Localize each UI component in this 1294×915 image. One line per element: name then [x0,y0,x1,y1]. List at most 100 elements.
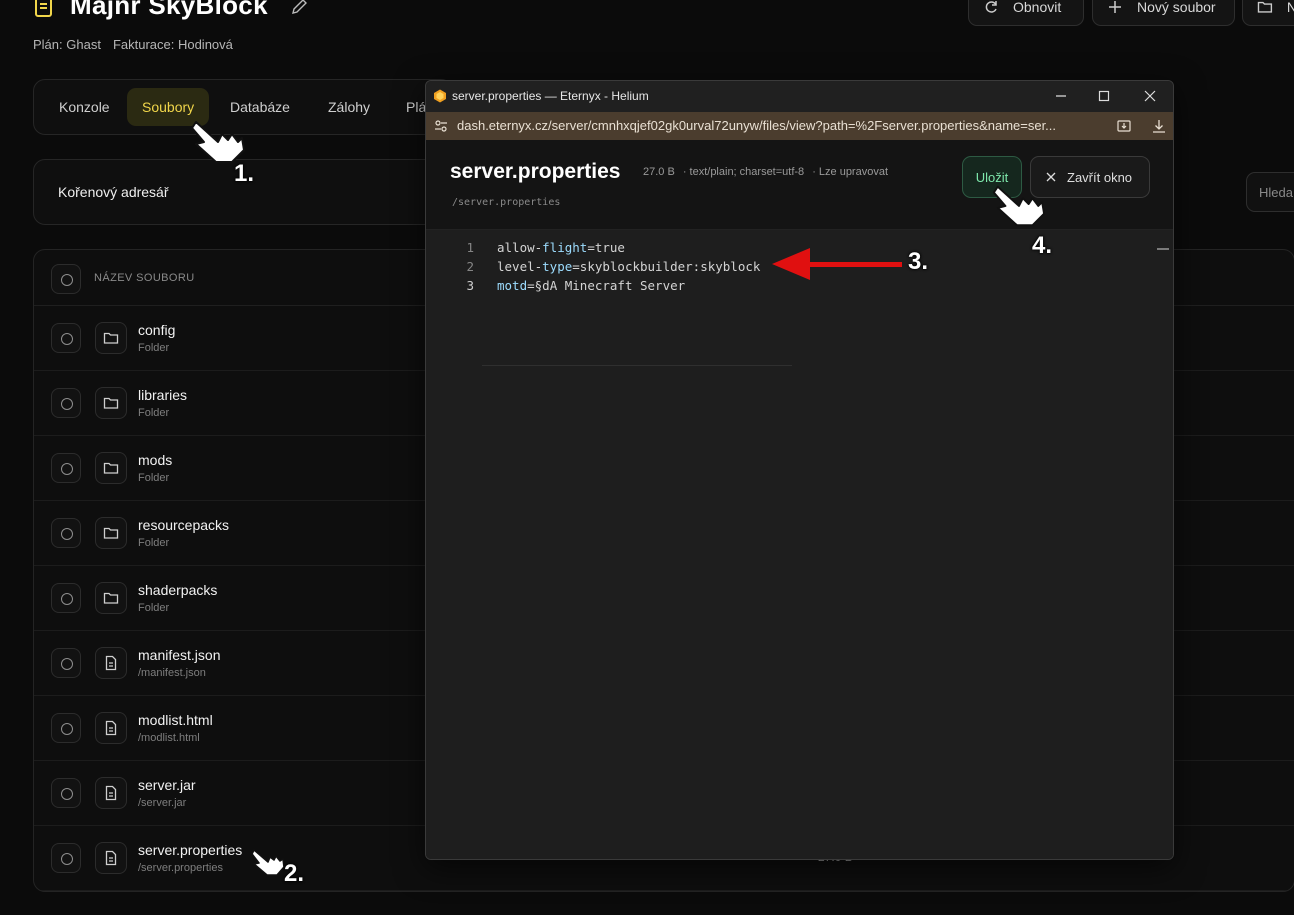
property-value: §dA Minecraft Server [534,278,686,293]
refresh-label: Obnovit [1013,0,1062,15]
row-select-checkbox[interactable] [51,713,81,743]
property-key-suffix: type [542,259,573,274]
select-all-checkbox[interactable] [51,264,81,294]
file-icon [95,647,127,679]
file-path: /server.properties [452,197,561,208]
root-directory-label[interactable]: Kořenový adresář [58,184,169,200]
file-name-heading: server.properties [450,160,621,183]
refresh-button[interactable]: Obnovit [968,0,1084,26]
equals-sign: = [527,278,535,293]
file-name[interactable]: modlist.html [138,712,213,728]
file-size: 27.0 B [643,166,675,178]
column-file-name: NÁZEV SOUBORU [94,272,195,284]
search-placeholder: Hleda [1259,185,1293,200]
code-line[interactable]: level-type=skyblockbuilder:skyblock [497,259,760,274]
file-name[interactable]: manifest.json [138,647,220,663]
current-line-highlight [482,365,792,366]
red-arrow-icon [772,248,902,280]
annotation-step-2: 2. [284,860,305,887]
row-select-checkbox[interactable] [51,843,81,873]
line-number: 3 [466,278,474,293]
property-key-prefix: allow- [497,240,543,255]
search-input[interactable]: Hleda [1246,172,1294,212]
file-subtitle: Folder [138,342,170,354]
code-editor[interactable]: 1 allow-flight=true 2 level-type=skyblockbu… [426,230,1173,859]
file-subtitle: Folder [138,472,170,484]
refresh-icon [985,1,997,13]
row-select-checkbox[interactable] [51,648,81,678]
file-icon [95,842,127,874]
new-file-button[interactable]: Nový soubor [1092,0,1235,26]
download-icon[interactable] [1151,118,1167,134]
row-select-checkbox[interactable] [51,518,81,548]
row-select-checkbox[interactable] [51,323,81,353]
file-subtitle: Folder [138,602,170,614]
window-titlebar: server.properties — Eternyx - Helium [426,81,1173,112]
file-name[interactable]: shaderpacks [138,582,217,598]
file-meta: 27.0 B · text/plain; charset=utf-8 · Lze u… [643,166,888,178]
file-name[interactable]: server.properties [138,842,242,858]
code-line[interactable]: motd=§dA Minecraft Server [497,278,685,293]
file-name[interactable]: mods [138,452,172,468]
property-key: motd [497,278,528,293]
annotation-step-1: 1. [234,160,255,187]
file-subtitle: Folder [138,407,170,419]
address-bar[interactable]: dash.eternyx.cz/server/cmnhxqjef02gk0urv… [426,112,1173,140]
file-name[interactable]: libraries [138,387,187,403]
equals-sign: = [587,240,595,255]
tab-backups[interactable]: Zálohy [313,88,385,126]
file-viewer-window: server.properties — Eternyx - Helium das… [425,80,1174,860]
new-folder-button[interactable]: N [1242,0,1294,26]
maximize-icon[interactable] [1096,88,1112,104]
close-label: Zavřít okno [1067,169,1133,185]
site-settings-icon[interactable] [434,119,448,133]
line-number: 1 [466,240,474,255]
plan-label: Plán: Ghast [33,37,101,52]
close-icon [1046,172,1056,182]
file-name[interactable]: server.jar [138,777,196,793]
file-name[interactable]: config [138,322,175,338]
property-key-prefix: level- [497,259,543,274]
pointer-hand-icon [992,185,1046,227]
editor-scrollbar[interactable] [1157,248,1169,250]
new-folder-label: N [1286,0,1294,15]
folder-icon [95,452,127,484]
server-title: Majnr SkyBlock [70,0,268,20]
code-line[interactable]: allow-flight=true [497,240,625,255]
install-app-icon[interactable] [1116,118,1132,134]
file-subtitle: Folder [138,537,170,549]
file-subtitle: /server.jar [138,797,187,809]
row-select-checkbox[interactable] [51,453,81,483]
minimize-icon[interactable] [1053,88,1069,104]
url-text: dash.eternyx.cz/server/cmnhxqjef02gk0urv… [457,118,1057,133]
line-number: 2 [466,259,474,274]
window-title: server.properties — Eternyx - Helium [452,89,649,103]
folder-icon [1257,1,1273,13]
folder-icon [95,582,127,614]
property-value: skyblockbuilder:skyblock [579,259,761,274]
file-subtitle: /manifest.json [138,667,206,679]
file-name[interactable]: resourcepacks [138,517,229,533]
file-icon [95,777,127,809]
folder-icon [95,322,127,354]
equals-sign: = [572,259,580,274]
file-mime: · text/plain; charset=utf-8 [682,166,805,178]
close-window-icon[interactable] [1142,88,1158,104]
new-file-label: Nový soubor [1137,0,1216,15]
plus-icon [1109,1,1121,13]
edit-pencil-icon[interactable] [290,0,310,16]
folder-icon [95,517,127,549]
row-select-checkbox[interactable] [51,583,81,613]
close-window-button[interactable]: Zavřít okno [1030,156,1150,198]
folder-icon [95,387,127,419]
tab-console[interactable]: Konzole [44,88,125,126]
row-select-checkbox[interactable] [51,388,81,418]
file-subtitle: /server.properties [138,862,223,874]
annotation-step-4: 4. [1032,232,1053,259]
server-meta: Plán: Ghast Fakturace: Hodinová [33,37,233,52]
pointer-hand-icon [191,121,245,163]
file-subtitle: /modlist.html [138,732,200,744]
row-select-checkbox[interactable] [51,778,81,808]
pointer-hand-icon [251,849,285,876]
app-logo-icon [434,89,446,103]
